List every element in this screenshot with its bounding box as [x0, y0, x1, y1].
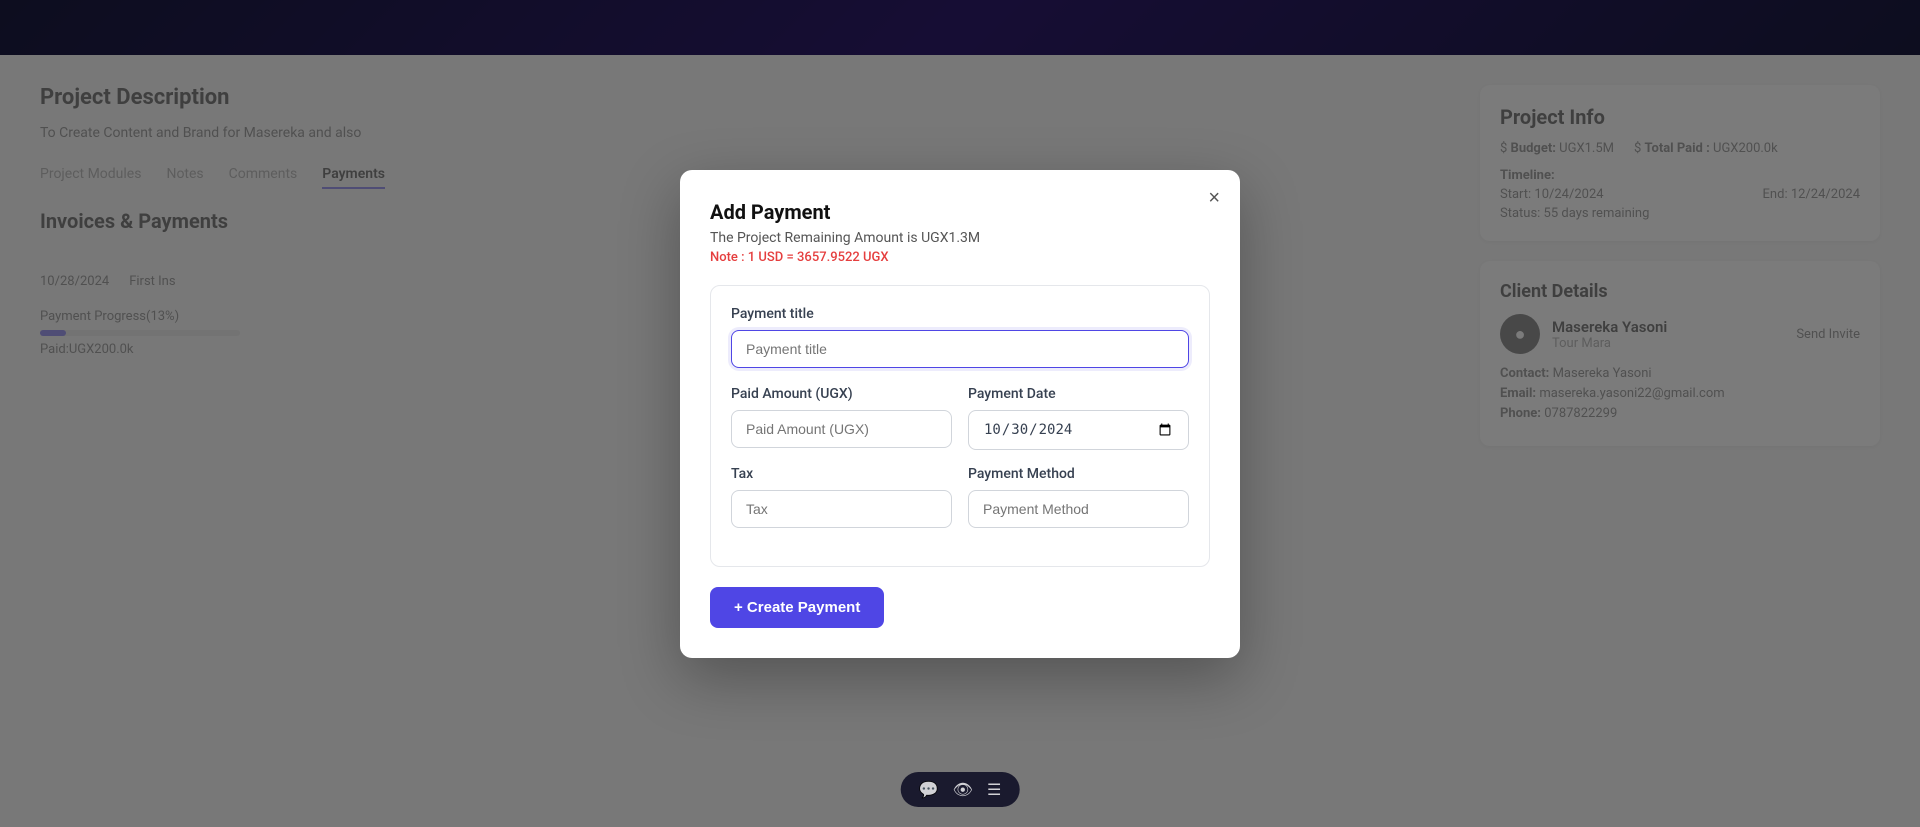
close-button[interactable]: ×: [1208, 188, 1220, 208]
payment-method-input[interactable]: [968, 490, 1189, 528]
paid-amount-input[interactable]: [731, 410, 952, 448]
payment-method-label: Payment Method: [968, 466, 1189, 482]
paid-amount-label: Paid Amount (UGX): [731, 386, 952, 402]
payment-title-label: Payment title: [731, 306, 1189, 322]
modal-subtitle: The Project Remaining Amount is UGX1.3M: [710, 230, 1210, 246]
chat-icon[interactable]: 💬: [919, 780, 939, 799]
list-icon[interactable]: ☰: [987, 780, 1001, 799]
modal-note: Note : 1 USD = 3657.9522 UGX: [710, 250, 1210, 265]
create-payment-button[interactable]: + Create Payment: [710, 587, 884, 628]
eye-icon[interactable]: 👁: [953, 780, 973, 799]
payment-method-group: Payment Method: [968, 466, 1189, 546]
tax-group: Tax: [731, 466, 952, 528]
payment-date-label: Payment Date: [968, 386, 1189, 402]
amount-date-row: Paid Amount (UGX) Payment Date: [731, 386, 1189, 466]
create-payment-label: + Create Payment: [734, 599, 860, 616]
payment-date-group: Payment Date: [968, 386, 1189, 466]
paid-amount-group: Paid Amount (UGX): [731, 386, 952, 448]
add-payment-modal: × Add Payment The Project Remaining Amou…: [680, 170, 1240, 658]
tax-label: Tax: [731, 466, 952, 482]
tax-input[interactable]: [731, 490, 952, 528]
modal-overlay: × Add Payment The Project Remaining Amou…: [0, 0, 1920, 827]
modal-title: Add Payment: [710, 200, 1210, 224]
form-card: Payment title Paid Amount (UGX) Payment …: [710, 285, 1210, 567]
tax-method-row: Tax Payment Method: [731, 466, 1189, 546]
modal-header: Add Payment The Project Remaining Amount…: [710, 200, 1210, 265]
payment-date-input[interactable]: [968, 410, 1189, 450]
bottom-toolbar: 💬 👁 ☰: [901, 772, 1020, 807]
payment-title-group: Payment title: [731, 306, 1189, 368]
payment-title-input[interactable]: [731, 330, 1189, 368]
